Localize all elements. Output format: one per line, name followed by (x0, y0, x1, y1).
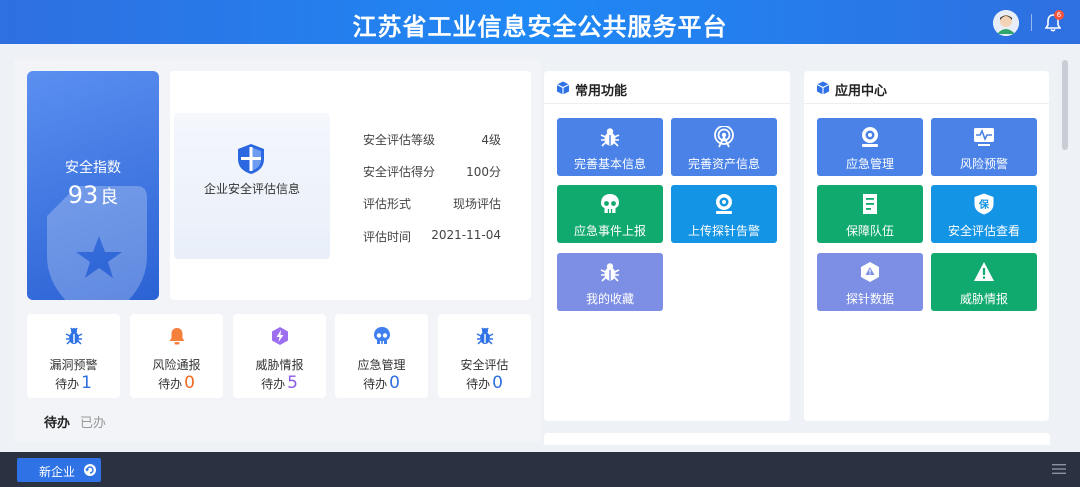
shield-bao-icon: 保 (974, 193, 994, 215)
notification-badge: 6 (1054, 10, 1064, 20)
todo-card-vuln[interactable]: 漏洞预警 待办 1 (27, 314, 120, 398)
tile-label: 保障队伍 (845, 224, 894, 238)
tile-label: 上传探针告警 (687, 224, 760, 238)
skull-icon (601, 194, 619, 213)
new-enterprise-button[interactable]: 新企业 (17, 458, 101, 482)
lower-panel-edge (544, 433, 1050, 445)
avatar[interactable] (993, 10, 1019, 36)
security-index-number: 93 (67, 181, 99, 209)
todo-card-risk[interactable]: 风险通报 待办 0 (130, 314, 223, 398)
panel-header: 应用中心 (804, 71, 1049, 104)
camera-icon (862, 127, 878, 147)
shield-icon (238, 144, 264, 174)
todo-count: 待办 0 (130, 373, 223, 393)
info-value: 现场评估 (452, 197, 501, 211)
tile-label: 完善资产信息 (687, 157, 760, 171)
scrollbar[interactable] (1062, 60, 1068, 150)
tile-label: 安全评估查看 (947, 224, 1020, 238)
todo-tabs: 待办 已办 (44, 412, 106, 431)
svg-text:保: 保 (978, 198, 990, 211)
menu-icon[interactable] (1052, 463, 1066, 475)
alert-badge-icon (861, 262, 879, 282)
todo-prefix: 待办 (158, 377, 183, 391)
tile-complete-asset-info[interactable]: 完善资产信息 (671, 118, 777, 176)
todo-name: 威胁情报 (255, 358, 304, 372)
bell-icon (169, 328, 185, 345)
tab-pending[interactable]: 待办 (44, 416, 70, 431)
panel-title: 常用功能 (575, 84, 628, 99)
todo-count-value: 1 (81, 373, 92, 393)
document-icon (863, 194, 877, 214)
todo-prefix: 待办 (466, 377, 491, 391)
tile-threat-intel[interactable]: 威胁情报 (931, 253, 1037, 311)
info-value: 2021-11-04 (431, 228, 501, 242)
tab-done[interactable]: 已办 (80, 416, 106, 431)
bolt-icon (272, 327, 288, 345)
top-header: 江苏省工业信息安全公共服务平台 (0, 0, 1080, 44)
footer-bar (0, 452, 1080, 487)
bug-icon (600, 263, 620, 282)
tile-label: 威胁情报 (959, 292, 1008, 306)
tile-risk-warning[interactable]: 风险预警 (931, 118, 1037, 176)
todo-count-value: 0 (492, 373, 503, 393)
monitor-pulse-icon (974, 128, 994, 146)
todo-name: 安全评估 (460, 358, 509, 372)
todo-prefix: 待办 (261, 377, 286, 391)
bug-icon (476, 327, 494, 345)
security-index-level: 良 (100, 187, 119, 208)
header-divider (1031, 14, 1032, 31)
panel-title: 应用中心 (835, 84, 888, 99)
security-index-value: 93 良 (27, 181, 159, 209)
todo-count: 待办 0 (335, 373, 428, 393)
todo-prefix: 待办 (55, 377, 80, 391)
cube-icon (556, 81, 570, 95)
info-value: 4级 (481, 133, 501, 147)
info-value: 100分 (466, 165, 501, 179)
tile-report-incident[interactable]: 应急事件上报 (557, 185, 663, 243)
tile-probe-data[interactable]: 探针数据 (817, 253, 923, 311)
bug-icon (65, 327, 83, 345)
refresh-icon (84, 464, 96, 476)
bug-icon (600, 128, 620, 147)
tile-emergency-management[interactable]: 应急管理 (817, 118, 923, 176)
tile-label: 我的收藏 (585, 292, 634, 306)
tile-complete-basic-info[interactable]: 完善基本信息 (557, 118, 663, 176)
todo-prefix: 待办 (363, 377, 388, 391)
new-enterprise-label: 新企业 (39, 465, 76, 479)
security-index-label: 安全指数 (65, 160, 121, 176)
tile-label: 风险预警 (959, 157, 1008, 171)
platform-title: 江苏省工业信息安全公共服务平台 (352, 13, 728, 41)
tile-label: 应急事件上报 (573, 224, 646, 238)
assessment-info-title: 企业安全评估信息 (203, 182, 300, 196)
todo-count-value: 0 (389, 373, 400, 393)
todo-card-threat[interactable]: 威胁情报 待办 5 (233, 314, 326, 398)
todo-name: 漏洞预警 (49, 358, 98, 372)
panel-header: 常用功能 (544, 71, 790, 104)
todo-count: 待办 5 (233, 373, 326, 393)
tile-my-favorites[interactable]: 我的收藏 (557, 253, 663, 311)
cube-icon (816, 81, 830, 95)
security-index-card: 安全指数 93 良 (27, 71, 159, 300)
todo-name: 应急管理 (357, 358, 406, 372)
todo-name: 风险通报 (152, 358, 201, 372)
todo-count: 待办 0 (438, 373, 531, 393)
todo-count: 待办 1 (27, 373, 120, 393)
tile-label: 探针数据 (845, 292, 894, 306)
signal-icon (714, 126, 734, 148)
camera-icon (716, 194, 732, 214)
skull-icon (374, 327, 390, 344)
tile-support-team[interactable]: 保障队伍 (817, 185, 923, 243)
tile-upload-probe-alert[interactable]: 上传探针告警 (671, 185, 777, 243)
warning-icon (974, 262, 994, 281)
tile-label: 完善基本信息 (573, 157, 646, 171)
tile-assessment-view[interactable]: 保 安全评估查看 (931, 185, 1037, 243)
todo-count-value: 5 (287, 373, 298, 393)
todo-count-value: 0 (184, 373, 195, 393)
tile-label: 应急管理 (845, 157, 894, 171)
todo-card-assessment[interactable]: 安全评估 待办 0 (438, 314, 531, 398)
todo-card-emergency[interactable]: 应急管理 待办 0 (335, 314, 428, 398)
